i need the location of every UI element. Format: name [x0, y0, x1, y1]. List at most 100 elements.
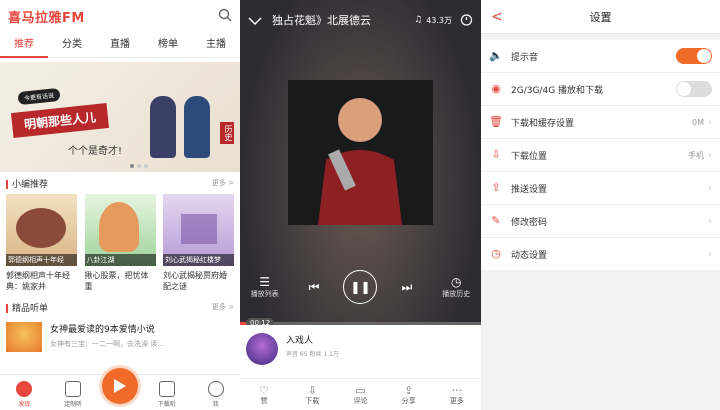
- toggle-switch[interactable]: [676, 81, 712, 97]
- settings-value: 0M: [692, 117, 704, 127]
- settings-value: 手机: [688, 150, 704, 160]
- playback-controls: ☰ 播放列表 ⏮ ❚❚ ⏭ ◷ 播放历史: [240, 270, 481, 304]
- chevron-right-icon: ›: [708, 116, 712, 128]
- page-title: 设置: [589, 10, 612, 24]
- tab-recommend[interactable]: 推荐: [0, 32, 48, 58]
- tab-hosts[interactable]: 主播: [192, 32, 240, 58]
- nav-discover[interactable]: 发现: [4, 381, 44, 408]
- chevron-right-icon: ›: [708, 248, 712, 260]
- discover-screen: 喜马拉雅FM 推荐 分类 直播 榜单 主播 今更有话说 明朝那些人儿 个个是奇才…: [0, 0, 240, 410]
- settings-row[interactable]: ⇪ 推送设置 ›: [481, 172, 720, 205]
- speaker-icon: 🔈: [489, 49, 503, 62]
- settings-row[interactable]: 🔈 提示音: [481, 40, 720, 73]
- album-card[interactable]: 刘心武揭秘红楼梦 刘心武揭秘贾府婚配之谜: [163, 194, 234, 292]
- settings-row[interactable]: ◉ 2G/3G/4G 播放和下载: [481, 73, 720, 106]
- playlist-button[interactable]: ☰ 播放列表: [245, 275, 285, 299]
- album-artwork: [288, 80, 433, 225]
- player-screen: 独占花魁》北展德云 ♫ 43.3万 ☰ 播放列表 ⏮ ❚❚ ⏭ ◷ 播放历史 0…: [240, 0, 481, 410]
- list-cover: [6, 322, 42, 352]
- album-cover: 八卦江湖: [84, 194, 156, 266]
- settings-row[interactable]: ✎ 修改密码 ›: [481, 205, 720, 238]
- share-button[interactable]: ⇪ 分享: [391, 384, 427, 406]
- toggle-switch[interactable]: [676, 48, 712, 64]
- player-header: 独占花魁》北展德云 ♫ 43.3万: [240, 0, 481, 40]
- avatar: [246, 333, 278, 365]
- user-icon: [207, 381, 224, 397]
- download-button[interactable]: ⇩ 下载: [294, 384, 330, 406]
- list-subtitle: 女神有三宝：一二一啊，去洗澡 读...: [50, 340, 164, 348]
- back-icon[interactable]: <: [491, 9, 503, 25]
- anchor-row[interactable]: 入戏人 声音 65 粉丝 1.1万: [240, 325, 481, 373]
- download-icon: ⇩: [491, 148, 501, 161]
- action-bar: ♡ 赞 ⇩ 下载 ▭ 评论 ⇪ 分享 ··· 更多: [240, 378, 481, 410]
- edit-icon: ✎: [491, 214, 501, 227]
- settings-label: 推送设置: [511, 184, 548, 195]
- album-title: 揪心股票，把忧体重: [84, 271, 149, 291]
- more-button[interactable]: ··· 更多: [439, 384, 475, 406]
- search-icon[interactable]: [218, 7, 232, 26]
- settings-header: < 设置: [481, 0, 720, 34]
- settings-row[interactable]: ◷ 动态设置 ›: [481, 238, 720, 271]
- chevron-right-icon: ›: [708, 182, 712, 194]
- album-card[interactable]: 郭德纲相声十年经 郭德纲相声十年经典：姚家井: [6, 194, 77, 292]
- alarm-icon[interactable]: [460, 11, 473, 30]
- album-cover: 刘心武揭秘红楼梦: [163, 194, 234, 266]
- album-card[interactable]: 八卦江湖 揪心股票，把忧体重: [84, 194, 156, 292]
- promo-banner[interactable]: 今更有话说 明朝那些人儿 个个是奇才! 历史: [0, 62, 240, 172]
- play-button[interactable]: [101, 368, 138, 404]
- clock-icon: ◷: [491, 247, 501, 260]
- settings-label: 提示音: [511, 52, 539, 63]
- comment-button[interactable]: ▭ 评论: [342, 384, 378, 406]
- section-title: 小编推荐: [12, 179, 49, 190]
- character-figure: [150, 96, 176, 158]
- list-icon: ☰: [259, 275, 271, 289]
- editor-picks-header: 小编推荐 更多 >: [0, 172, 240, 194]
- list-title: 女神最爱读的9本爱情小说: [50, 325, 155, 335]
- comment-icon: ▭: [355, 383, 366, 397]
- tab-rankings[interactable]: 榜单: [144, 32, 192, 58]
- nav-download[interactable]: 下载听: [147, 381, 187, 408]
- next-button[interactable]: ⏭: [387, 280, 427, 295]
- compass-icon: [16, 381, 33, 397]
- download-icon: ⇩: [307, 383, 317, 397]
- more-link[interactable]: 更多 >: [212, 302, 234, 312]
- heart-icon: ♡: [259, 383, 270, 397]
- bottom-nav: 发现 定制听 下载听 我: [0, 368, 240, 410]
- settings-row[interactable]: 🗑 下载和缓存设置 0M ›: [481, 106, 720, 139]
- settings-screen: < 设置 🔈 提示音 ◉ 2G/3G/4G 播放和下载 🗑 下载和缓存设置 0M › ⇩ 下载位置…: [481, 0, 720, 410]
- nav-me[interactable]: 我: [196, 381, 236, 408]
- settings-label: 2G/3G/4G 播放和下载: [511, 85, 604, 96]
- settings-row[interactable]: ⇩ 下载位置 手机 ›: [481, 139, 720, 172]
- character-figure: [184, 96, 210, 158]
- settings-label: 动态设置: [511, 250, 548, 261]
- history-button[interactable]: ◷ 播放历史: [436, 275, 476, 299]
- app-logo: 喜马拉雅FM: [8, 10, 85, 26]
- anchor-stats: 声音 65 粉丝 1.1万: [286, 351, 339, 358]
- banner-tag: 今更有话说: [17, 87, 61, 106]
- play-count: 43.3万: [426, 15, 452, 25]
- cover-label: 刘心武揭秘红楼梦: [163, 254, 234, 266]
- tab-category[interactable]: 分类: [48, 32, 96, 58]
- previous-icon: ⏮: [308, 279, 320, 294]
- carousel-dot: [130, 164, 134, 168]
- album-title: 刘心武揭秘贾府婚配之谜: [163, 271, 227, 291]
- section-title: 精品听单: [12, 303, 49, 314]
- chevron-down-icon[interactable]: [248, 11, 262, 30]
- play-icon: [113, 379, 126, 393]
- pause-button[interactable]: ❚❚: [343, 270, 378, 304]
- banner-side-label: 历史: [220, 122, 234, 144]
- category-tabs: 推荐 分类 直播 榜单 主播: [0, 32, 240, 58]
- nav-custom[interactable]: 定制听: [53, 381, 93, 408]
- tab-live[interactable]: 直播: [96, 32, 144, 58]
- like-button[interactable]: ♡ 赞: [246, 384, 282, 406]
- editor-picks: 郭德纲相声十年经 郭德纲相声十年经典：姚家井 八卦江湖 揪心股票，把忧体重 刘心…: [0, 194, 240, 292]
- cover-label: 八卦江湖: [84, 254, 156, 266]
- next-icon: ⏭: [401, 279, 413, 294]
- list-item[interactable]: 女神最爱读的9本爱情小说 女神有三宝：一二一啊，去洗澡 读...: [0, 318, 240, 356]
- previous-button[interactable]: ⏮: [294, 280, 334, 295]
- trash-icon: 🗑: [489, 115, 503, 128]
- anchor-name: 入戏人: [286, 336, 314, 346]
- more-link[interactable]: 更多 >: [212, 178, 234, 188]
- custom-listen-icon: [65, 381, 82, 397]
- pause-icon: ❚❚: [350, 280, 371, 294]
